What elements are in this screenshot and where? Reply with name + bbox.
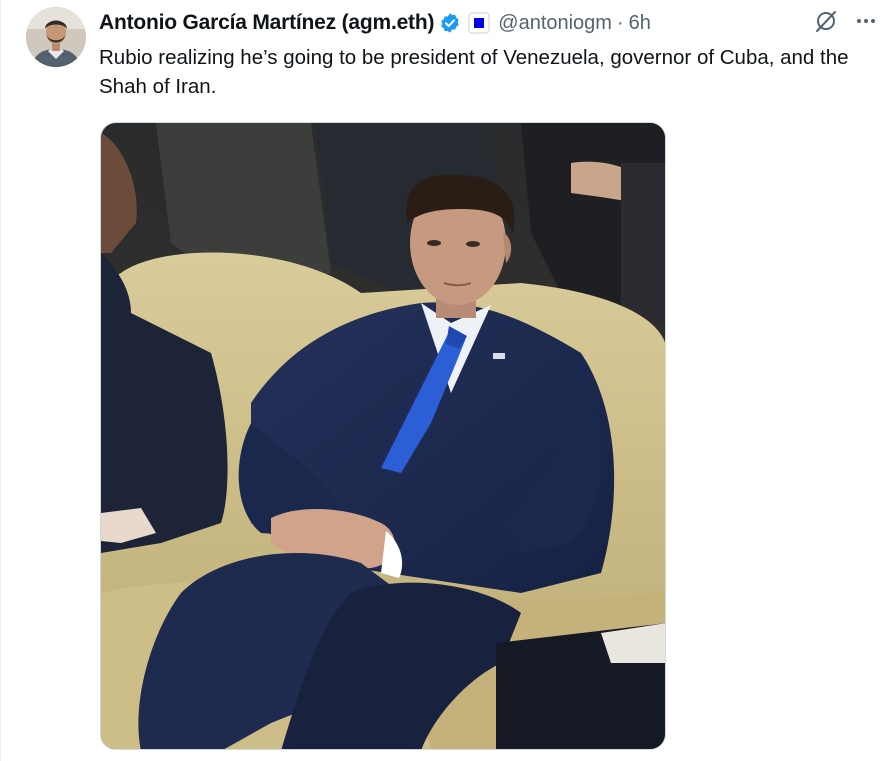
photo-content xyxy=(101,123,665,749)
timeline-divider xyxy=(0,0,1,761)
tweet-photo[interactable] xyxy=(100,122,666,750)
more-options-icon[interactable] xyxy=(853,8,879,34)
tweet-header: Antonio García Martínez (agm.eth) @anton… xyxy=(99,8,879,38)
tweet-text: Rubio realizing he’s going to be preside… xyxy=(99,46,849,98)
grok-icon[interactable] xyxy=(813,8,839,34)
avatar[interactable] xyxy=(26,7,86,67)
tweet-timestamp[interactable]: 6h xyxy=(629,12,651,35)
avatar-photo xyxy=(26,7,86,67)
author-handle[interactable]: @antoniogm xyxy=(498,12,612,35)
header-separator: · xyxy=(616,11,624,34)
affiliation-badge-icon[interactable] xyxy=(468,12,490,34)
author-display-name[interactable]: Antonio García Martínez (agm.eth) xyxy=(99,11,434,35)
verified-badge-icon[interactable] xyxy=(439,12,461,34)
tweet-header-actions xyxy=(813,8,879,34)
